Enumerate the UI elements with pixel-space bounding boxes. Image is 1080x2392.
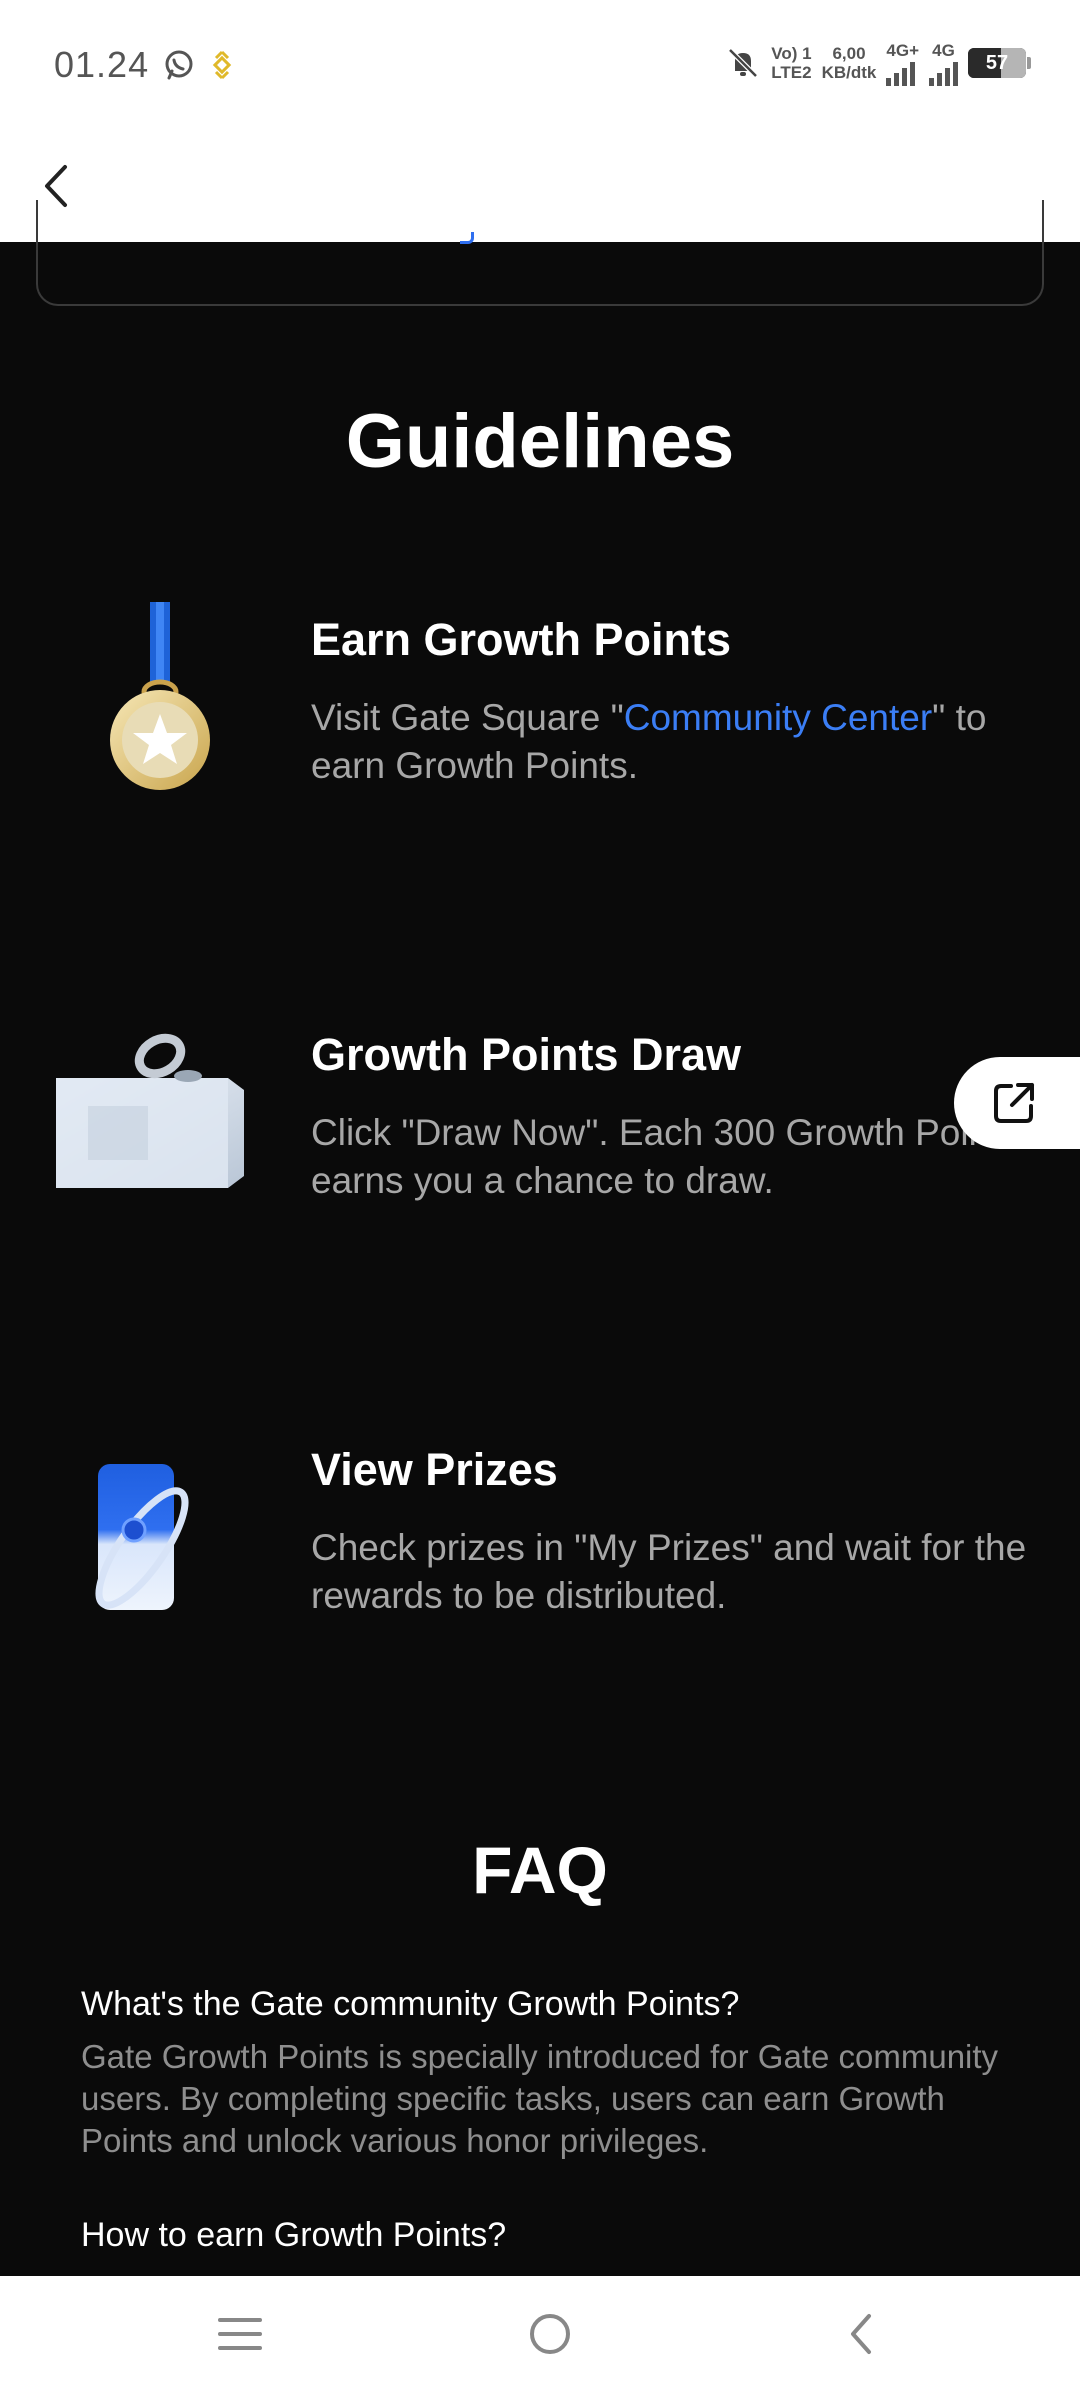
step-description: Visit Gate Square "Community Center" to … — [311, 697, 987, 786]
faq-answer: Gate Growth Points is specially introduc… — [81, 2038, 999, 2159]
faq-title: FAQ — [472, 1833, 608, 1907]
network-type: Vo) 1 LTE2 — [771, 44, 812, 82]
status-bar: 01.24 Vo) 1 LTE2 6,00 KB/dtk 4G+ 4G 57 — [0, 0, 1080, 130]
step-title: Earn Growth Points — [311, 614, 732, 665]
previous-section-card — [36, 200, 1044, 306]
previous-card-text-fragment — [460, 232, 474, 244]
menu-icon — [218, 2318, 262, 2350]
step-title: Growth Points Draw — [311, 1029, 742, 1080]
home-icon — [530, 2314, 570, 2354]
network-speed: 6,00 KB/dtk — [821, 44, 877, 82]
medal-icon — [110, 602, 210, 790]
faq-question[interactable]: How to earn Growth Points? — [81, 2216, 506, 2255]
prize-card-icon — [95, 1464, 189, 1610]
mute-icon — [728, 48, 759, 78]
binance-icon — [212, 50, 232, 80]
whatsapp-icon — [165, 50, 193, 80]
guidelines-title: Guidelines — [345, 399, 735, 484]
status-indicators: Vo) 1 LTE2 6,00 KB/dtk 4G+ 4G 57 — [725, 40, 1031, 86]
nav-back-button[interactable] — [830, 2304, 890, 2364]
draw-box-icon — [56, 1033, 244, 1188]
step-title: View Prizes — [311, 1444, 558, 1495]
signal-icon — [929, 60, 958, 86]
community-center-link[interactable]: Community Center — [624, 697, 932, 738]
step-description: Click "Draw Now". Each 300 Growth Points… — [311, 1112, 1018, 1201]
nav-home-button[interactable] — [520, 2304, 580, 2364]
nav-menu-button[interactable] — [210, 2304, 270, 2364]
status-time: 01.24 — [54, 44, 150, 85]
share-external-icon — [994, 1083, 1034, 1123]
faq-question[interactable]: What's the Gate community Growth Points? — [81, 1985, 739, 2024]
signal-icon — [886, 60, 919, 86]
back-icon — [851, 2314, 871, 2354]
system-nav-bar — [0, 2276, 1080, 2392]
share-floating-button[interactable] — [954, 1057, 1080, 1149]
battery-icon: 57 — [968, 48, 1031, 78]
sim2-signal: 4G — [929, 41, 958, 86]
step-description: Check prizes in "My Prizes" and wait for… — [311, 1527, 1027, 1616]
sim1-signal: 4G+ — [886, 41, 919, 86]
battery-level: 57 — [985, 51, 1009, 74]
